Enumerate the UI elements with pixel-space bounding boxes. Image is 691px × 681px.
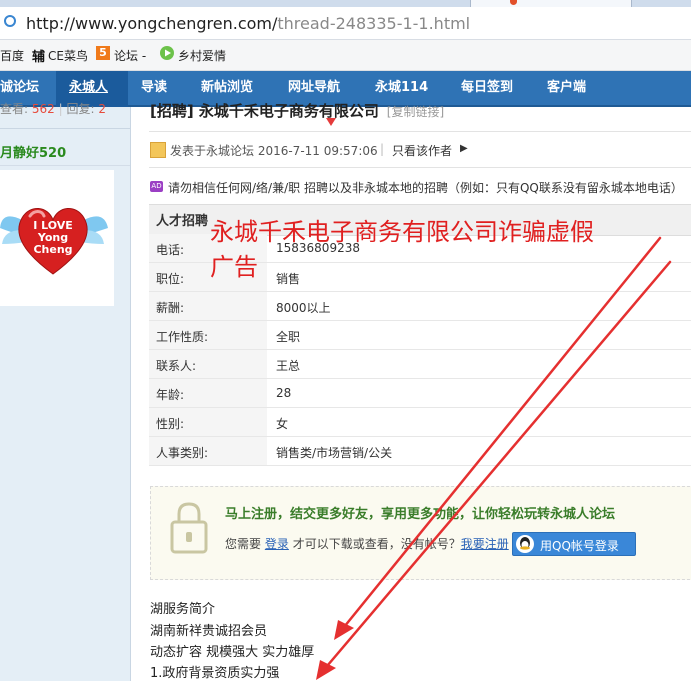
annotation-arrows [316,236,672,680]
annotation-arrow-line-2 [320,260,672,674]
arrow-head-2-icon [316,660,336,680]
annotation-arrow-line-1 [338,236,662,634]
